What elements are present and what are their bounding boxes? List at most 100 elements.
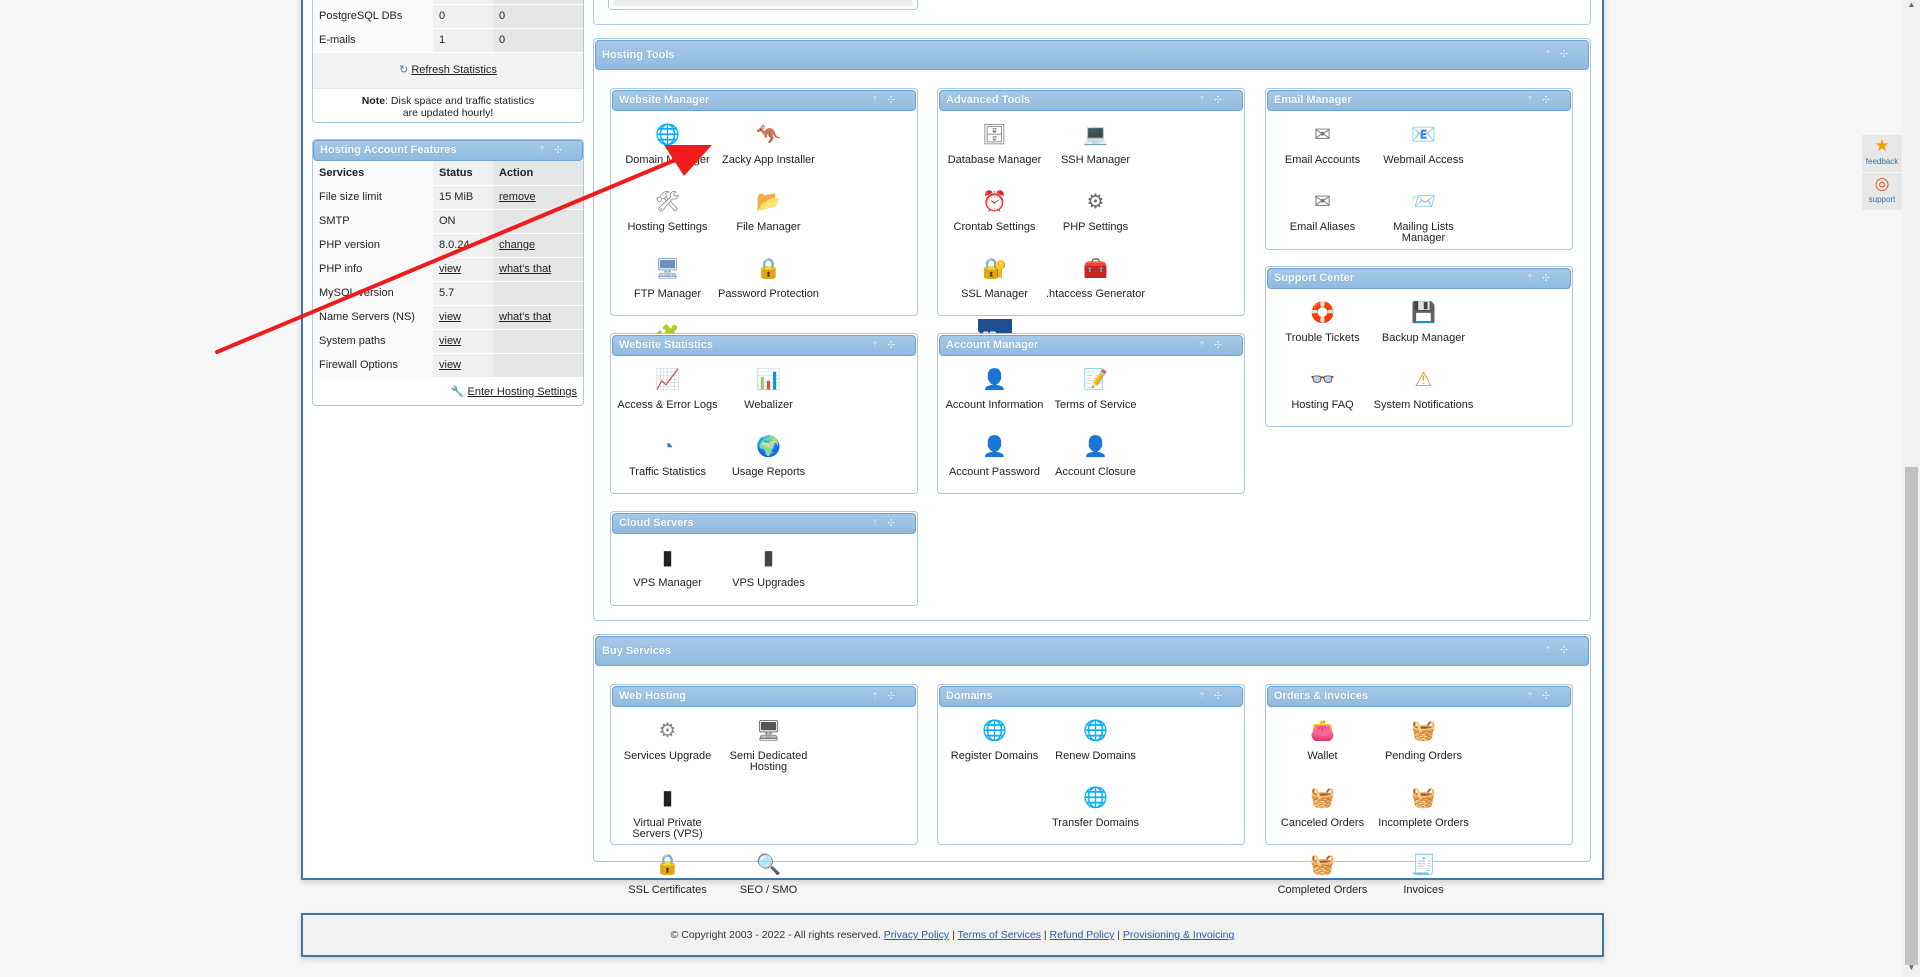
tool-access-error-logs[interactable]: 📈 Access & Error Logs <box>617 361 718 428</box>
features-row: Name Servers (NS) view what's that <box>313 305 583 330</box>
tool-database-manager[interactable]: 🗄 Database Manager <box>944 116 1045 183</box>
vertical-scrollbar[interactable]: ▲ ▼ <box>1903 0 1920 977</box>
refresh-statistics-link[interactable]: Refresh Statistics <box>411 64 497 76</box>
tool-label: Mailing Lists Manager <box>1393 221 1454 244</box>
pin-move-icons[interactable]: ⤒✣ <box>1200 91 1232 110</box>
tool-vps-upgrades[interactable]: ▮ VPS Upgrades <box>718 539 819 606</box>
tool-webmail-access[interactable]: 📧 Webmail Access <box>1373 116 1474 183</box>
tool-account-closure[interactable]: 👤 Account Closure <box>1045 428 1146 495</box>
tool-virtual-private-servers-vps[interactable]: ▮ Virtual Private Servers (VPS) <box>617 779 718 846</box>
tool-htaccess-generator[interactable]: 🧰 .htaccess Generator <box>1045 250 1146 317</box>
tool-hosting-settings[interactable]: 🛠 Hosting Settings <box>617 183 718 250</box>
panel-header[interactable]: Email Manager ⤒✣ <box>1267 90 1571 111</box>
tool-hosting-faq[interactable]: 👓 Hosting FAQ <box>1272 361 1373 428</box>
gear-warning-icon: ⚠ <box>1414 369 1433 391</box>
tool-semi-dedicated-hosting[interactable]: 🖥 Semi Dedicated Hosting <box>718 712 819 779</box>
tool-grid: ▮ VPS Manager ▮ VPS Upgrades <box>611 535 917 606</box>
pin-move-icons[interactable]: ⤒✣ <box>873 514 905 533</box>
panel-header[interactable]: Domains ⤒✣ <box>939 686 1243 707</box>
tool-password-protection[interactable]: 🔒 Password Protection <box>718 250 819 317</box>
tool-mailing-lists-manager[interactable]: 📨 Mailing Lists Manager <box>1373 183 1474 250</box>
panel-header[interactable]: Account Manager ⤒✣ <box>939 335 1243 356</box>
tool-ssl-certificates[interactable]: 🔒 SSL Certificates <box>617 846 718 913</box>
panel-header[interactable]: Support Center ⤒✣ <box>1267 268 1571 289</box>
terms-of-services-link[interactable]: Terms of Services <box>958 929 1041 941</box>
tool-trouble-tickets[interactable]: 🛟 Trouble Tickets <box>1272 294 1373 361</box>
tool-backup-manager[interactable]: 💾 Backup Manager <box>1373 294 1474 361</box>
tool-canceled-orders[interactable]: 🧺 Canceled Orders <box>1272 779 1373 846</box>
tool-php-settings[interactable]: ⚙ PHP Settings <box>1045 183 1146 250</box>
panel-header[interactable]: Cloud Servers ⤒✣ <box>612 513 916 534</box>
tool-completed-orders[interactable]: 🧺 Completed Orders <box>1272 846 1373 913</box>
panel-header[interactable]: Web Hosting ⤒✣ <box>612 686 916 707</box>
tool-zacky-app-installer[interactable]: 🦘 Zacky App Installer <box>718 116 819 183</box>
action-link[interactable]: change <box>499 239 535 251</box>
pin-move-icons[interactable]: ⤒✣ <box>873 336 905 355</box>
tool-ssl-manager[interactable]: 🔐 SSL Manager <box>944 250 1045 317</box>
tool-terms-of-service[interactable]: 📝 Terms of Service <box>1045 361 1146 428</box>
tool-usage-reports[interactable]: 🌍 Usage Reports <box>718 428 819 495</box>
scroll-up-arrow[interactable]: ▲ <box>1903 0 1920 14</box>
tool-seo-smo[interactable]: 🔍 SEO / SMO <box>718 846 819 913</box>
pin-move-icons[interactable]: ⤒✣ <box>1528 91 1560 110</box>
tool-incomplete-orders[interactable]: 🧺 Incomplete Orders <box>1373 779 1474 846</box>
pin-move-icons[interactable]: ⤒✣ <box>873 91 905 110</box>
scrollbar-thumb[interactable] <box>1905 467 1918 965</box>
tool-renew-domains[interactable]: 🌐 Renew Domains <box>1045 712 1146 779</box>
pin-move-icons[interactable]: ⤒✣ <box>540 141 572 160</box>
feedback-button[interactable]: ★ feedback <box>1862 135 1902 172</box>
pin-move-icons[interactable]: ⤒✣ <box>1546 637 1578 665</box>
tool-grid: 🌐 Register Domains 🌐 Renew Domains 🌐 Transfer… <box>938 708 1244 846</box>
status-link[interactable]: view <box>439 335 461 347</box>
panel-header[interactable]: Advanced Tools ⤒✣ <box>939 90 1243 111</box>
tool-crontab-settings[interactable]: ⏰ Crontab Settings <box>944 183 1045 250</box>
pin-move-icons[interactable]: ⤒✣ <box>1200 687 1232 706</box>
tool-account-password[interactable]: 👤 Account Password <box>944 428 1045 495</box>
tool-file-manager[interactable]: 📂 File Manager <box>718 183 819 250</box>
status-link[interactable]: view <box>439 359 461 371</box>
tool-services-upgrade[interactable]: ⚙ Services Upgrade <box>617 712 718 779</box>
tool-label: .htaccess Generator <box>1045 288 1146 300</box>
tool-domain-manager[interactable]: 🌐 Domain Manager <box>617 116 718 183</box>
tool-email-aliases[interactable]: ✉ Email Aliases <box>1272 183 1373 250</box>
stats-limit: 0 <box>493 28 583 53</box>
tool-transfer-domains[interactable]: 🌐 Transfer Domains <box>1045 779 1146 846</box>
provisioning-invoicing-link[interactable]: Provisioning & Invoicing <box>1123 929 1234 941</box>
status-link[interactable]: view <box>439 311 461 323</box>
pin-move-icons[interactable]: ⤒✣ <box>1200 336 1232 355</box>
action-link[interactable]: remove <box>499 191 536 203</box>
tool-invoices[interactable]: 🧾 Invoices <box>1373 846 1474 913</box>
tool-register-domains[interactable]: 🌐 Register Domains <box>944 712 1045 779</box>
panel-header[interactable]: Orders & Invoices ⤒✣ <box>1267 686 1571 707</box>
buy-services-header[interactable]: Buy Services ⤒✣ <box>595 636 1589 666</box>
status-link[interactable]: view <box>439 263 461 275</box>
hosting-tools-header[interactable]: Hosting Tools ⤒✣ <box>595 40 1589 70</box>
pin-move-icons[interactable]: ⤒✣ <box>1528 269 1560 288</box>
enter-hosting-settings-link[interactable]: Enter Hosting Settings <box>468 386 577 398</box>
tool-wallet[interactable]: 👛 Wallet <box>1272 712 1373 779</box>
tool-vps-manager[interactable]: ▮ VPS Manager <box>617 539 718 606</box>
logs-icon: 📈 <box>655 369 680 391</box>
tool-account-information[interactable]: 👤 Account Information <box>944 361 1045 428</box>
tool-system-notifications[interactable]: ⚠ System Notifications <box>1373 361 1474 428</box>
tool-ftp-manager[interactable]: 🖥 FTP Manager <box>617 250 718 317</box>
refund-policy-link[interactable]: Refund Policy <box>1050 929 1115 941</box>
scroll-down-arrow[interactable]: ▼ <box>1903 963 1920 977</box>
tool-traffic-statistics[interactable]: ◔ Traffic Statistics <box>617 428 718 495</box>
tool-webalizer[interactable]: 📊 Webalizer <box>718 361 819 428</box>
action-link[interactable]: what's that <box>499 263 551 275</box>
privacy-policy-link[interactable]: Privacy Policy <box>884 929 949 941</box>
features-row: System paths view <box>313 329 583 354</box>
panel-header[interactable]: Website Manager ⤒✣ <box>612 90 916 111</box>
tool-pending-orders[interactable]: 🧺 Pending Orders <box>1373 712 1474 779</box>
panel-header[interactable]: Website Statistics ⤒✣ <box>612 335 916 356</box>
tool-label: Webmail Access <box>1383 154 1464 166</box>
support-button[interactable]: ◎ support <box>1862 173 1902 210</box>
action-link[interactable]: what's that <box>499 311 551 323</box>
pin-move-icons[interactable]: ⤒✣ <box>873 687 905 706</box>
panel-header[interactable]: Hosting Account Features ⤒✣ <box>313 140 583 161</box>
tool-ssh-manager[interactable]: 💻 SSH Manager <box>1045 116 1146 183</box>
tool-email-accounts[interactable]: ✉ Email Accounts <box>1272 116 1373 183</box>
pin-move-icons[interactable]: ⤒✣ <box>1546 41 1578 69</box>
pin-move-icons[interactable]: ⤒✣ <box>1528 687 1560 706</box>
